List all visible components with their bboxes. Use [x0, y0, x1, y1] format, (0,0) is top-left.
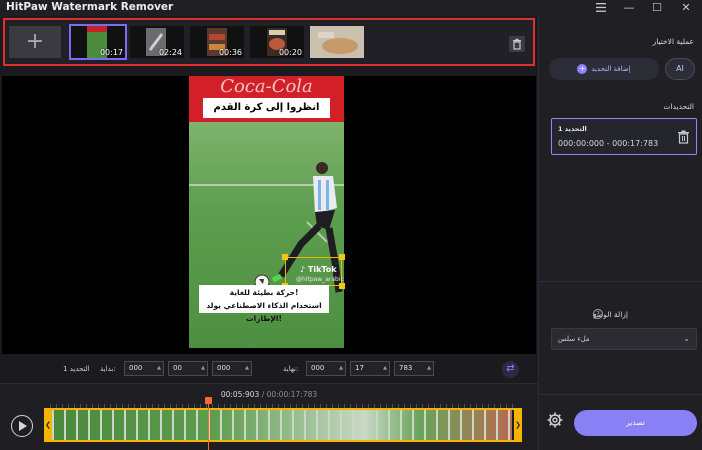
removal-mode-value: ملء سلس [558, 335, 590, 343]
end-seconds-value: 17 [355, 364, 364, 372]
video-caption: حركة بطيئة للغاية! استخدام الذكاء الاصطن… [199, 285, 329, 323]
add-selection-button[interactable]: + إضافة التحديد [549, 58, 659, 80]
loop-icon[interactable]: ⇄ [502, 361, 519, 378]
timeline: 00:05:903 / 00:00:17:783 ❮ ❯ [0, 383, 538, 450]
thumbnail-5-image [310, 26, 364, 58]
resize-handle-top-left[interactable] [282, 254, 288, 260]
spinner-icon: ▲ [245, 365, 249, 371]
thumbnail-5[interactable] [310, 26, 364, 58]
add-video-button[interactable]: + [9, 26, 61, 58]
process-title: عملية الاختيار [652, 37, 694, 46]
video-thumbnail-strip: + 00:17 02:24 00:36 00:20 [3, 18, 535, 66]
thumbnail-duration: 00:36 [218, 48, 242, 57]
selection-item[interactable]: التحديد 1 000:00:000 - 000:17:783 [551, 118, 697, 155]
tiktok-watermark-text: TikTok [307, 265, 337, 274]
maximize-button[interactable]: ☐ [643, 0, 671, 16]
thumbnail-2[interactable]: 02:24 [130, 26, 184, 58]
thumbnail-4[interactable]: 00:20 [250, 26, 304, 58]
selection-item-range: 000:00:000 - 000:17:783 [558, 139, 659, 148]
panel-divider [539, 394, 702, 395]
ai-button[interactable]: AI [665, 58, 695, 80]
time-separator: / [259, 390, 267, 399]
close-button[interactable]: ✕ [672, 0, 700, 16]
minimize-button[interactable]: — [615, 0, 643, 16]
title-bar: HitPaw Watermark Remover — ☐ ✕ [0, 0, 702, 16]
selections-title: التحديدات [663, 102, 694, 111]
resize-handle-bottom-right[interactable] [339, 283, 345, 289]
start-hours-value: 000 [129, 364, 143, 372]
spinner-icon: ▲ [339, 365, 343, 371]
removal-mode-select[interactable]: ملء سلس ⌄ [551, 328, 697, 350]
help-icon[interactable]: ? [593, 309, 603, 319]
spinner-icon: ▲ [157, 365, 161, 371]
selection-item-name: التحديد 1 [558, 125, 587, 133]
gear-icon[interactable] [547, 412, 563, 428]
end-label: نهاية: [283, 365, 299, 373]
export-button[interactable]: تصدير [574, 410, 697, 436]
caption-line-1: حركة بطيئة للغاية! [229, 288, 299, 297]
add-selection-label: إضافة التحديد [591, 65, 631, 73]
start-hours-field[interactable]: 000 ▲ [124, 361, 164, 376]
start-ms-field[interactable]: 000 ▲ [212, 361, 252, 376]
start-seconds-field[interactable]: 00 ▲ [168, 361, 208, 376]
selection-label: التحديد 1 [63, 365, 90, 373]
start-ms-value: 000 [217, 364, 231, 372]
playhead[interactable] [208, 397, 209, 450]
tiktok-watermark: ♪ TikTok [300, 265, 337, 274]
play-button[interactable] [11, 415, 33, 437]
video-headline: انظروا إلى كرة القدم هذه [203, 98, 330, 133]
start-seconds-value: 00 [173, 364, 182, 372]
panel-divider [539, 281, 702, 282]
thumbnail-3[interactable]: 00:36 [190, 26, 244, 58]
total-time: 00:00:17:783 [266, 390, 318, 399]
spinner-icon: ▲ [383, 365, 387, 371]
thumbnail-duration: 00:20 [278, 48, 302, 57]
spinner-icon: ▲ [201, 365, 205, 371]
chevron-down-icon: ⌄ [683, 334, 690, 343]
trash-icon[interactable] [509, 36, 525, 52]
end-hours-field[interactable]: 000 ▲ [306, 361, 346, 376]
current-time: 00:05:903 [220, 390, 260, 399]
start-label: بداية: [100, 365, 116, 373]
resize-handle-top-right[interactable] [339, 254, 345, 260]
end-ms-field[interactable]: 783 ▲ [394, 361, 434, 376]
trim-handle-right[interactable]: ❯ [514, 408, 522, 442]
end-hours-value: 000 [311, 364, 325, 372]
tiktok-watermark-handle: @hitpaw_arabic [296, 276, 344, 283]
app-title: HitPaw Watermark Remover [6, 1, 174, 13]
thumbnail-duration: 02:24 [158, 48, 182, 57]
spinner-icon: ▲ [427, 365, 431, 371]
trim-range [44, 408, 522, 442]
end-ms-value: 783 [399, 364, 413, 372]
end-seconds-field[interactable]: 17 ▲ [350, 361, 390, 376]
thumbnail-duration: 00:17 [99, 48, 123, 57]
right-panel: عملية الاختيار + إضافة التحديد AI التحديد… [538, 16, 702, 450]
timecode: 00:05:903 / 00:00:17:783 [0, 390, 538, 399]
time-range-row: التحديد 1 بداية: 000 ▲ 00 ▲ 000 ▲ نهاية: 00… [0, 358, 538, 380]
trash-icon[interactable] [677, 130, 690, 144]
hamburger-icon[interactable] [596, 3, 606, 12]
thumbnail-1[interactable]: 00:17 [69, 24, 127, 60]
brand-logo: Coca-Cola [220, 76, 313, 97]
trim-handle-left[interactable]: ❮ [44, 408, 52, 442]
caption-line-2: استخدام الذكاء الاصطناعي يولد الإطارات! [206, 301, 322, 323]
plus-icon: + [577, 64, 588, 74]
